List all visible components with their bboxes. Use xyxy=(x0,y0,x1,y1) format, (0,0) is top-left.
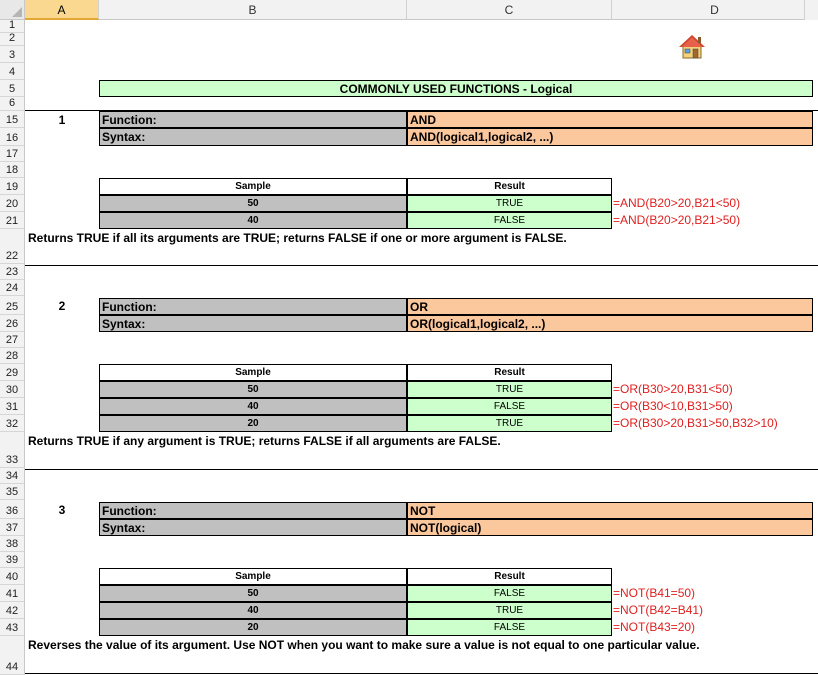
column-header-c[interactable]: C xyxy=(407,0,612,20)
formula-text: =NOT(B43=20) xyxy=(613,620,696,634)
scroll-arrow-icon[interactable] xyxy=(804,0,818,20)
row-header[interactable]: 40 xyxy=(0,568,25,585)
formula-text: =OR(B30>20,B31<50) xyxy=(613,382,733,396)
syntax-value: AND(logical1,logical2, ...) xyxy=(407,128,813,146)
row-header[interactable]: 31 xyxy=(0,398,25,415)
spreadsheet: A B C D 1 2 3 4 5 6 15 16 17 18 19 20 21… xyxy=(0,0,818,675)
section-number: 3 xyxy=(58,503,66,517)
column-header-a[interactable]: A xyxy=(25,0,99,20)
row-header[interactable]: 26 xyxy=(0,315,25,332)
sample-header: Sample xyxy=(99,364,407,381)
column-header-b[interactable]: B xyxy=(99,0,407,20)
row-header[interactable]: 2 xyxy=(0,32,25,46)
formula-text: =NOT(B42=B41) xyxy=(613,603,704,617)
select-all-corner[interactable] xyxy=(0,0,25,20)
row-header[interactable]: 6 xyxy=(0,97,25,111)
row-header[interactable]: 28 xyxy=(0,348,25,364)
row-header[interactable]: 29 xyxy=(0,364,25,381)
section-number: 2 xyxy=(58,299,66,313)
description-text: Returns TRUE if all its arguments are TR… xyxy=(28,231,567,245)
result-cell[interactable]: FALSE xyxy=(407,398,612,415)
row-header[interactable]: 44 xyxy=(0,636,25,675)
sample-cell[interactable]: 40 xyxy=(99,212,407,229)
result-cell[interactable]: FALSE xyxy=(407,619,612,636)
page-title: COMMONLY USED FUNCTIONS - Logical xyxy=(99,80,813,97)
row-header[interactable]: 24 xyxy=(0,280,25,296)
row-header[interactable]: 19 xyxy=(0,178,25,195)
result-header: Result xyxy=(407,568,612,585)
row-header[interactable]: 20 xyxy=(0,195,25,212)
section-number: 1 xyxy=(58,113,66,127)
divider xyxy=(25,469,818,470)
row-header[interactable]: 21 xyxy=(0,212,25,229)
formula-text: =OR(B30<10,B31>50) xyxy=(613,399,733,413)
function-label: Function: xyxy=(99,298,407,315)
row-header[interactable]: 41 xyxy=(0,585,25,602)
result-cell[interactable]: TRUE xyxy=(407,195,612,212)
result-cell[interactable]: TRUE xyxy=(407,381,612,398)
row-header[interactable]: 5 xyxy=(0,80,25,97)
sample-header: Sample xyxy=(99,178,407,195)
row-header[interactable]: 38 xyxy=(0,536,25,552)
row-header[interactable]: 37 xyxy=(0,519,25,536)
result-cell[interactable]: TRUE xyxy=(407,415,612,432)
row-header[interactable]: 15 xyxy=(0,111,25,128)
row-header[interactable]: 35 xyxy=(0,484,25,500)
syntax-label: Syntax: xyxy=(99,128,407,146)
sample-cell[interactable]: 50 xyxy=(99,195,407,212)
row-header[interactable]: 22 xyxy=(0,229,25,264)
sample-cell[interactable]: 40 xyxy=(99,398,407,415)
divider xyxy=(25,673,818,674)
sample-cell[interactable]: 50 xyxy=(99,381,407,398)
row-header[interactable]: 17 xyxy=(0,146,25,162)
sample-header: Sample xyxy=(99,568,407,585)
description-text: Reverses the value of its argument. Use … xyxy=(28,638,700,652)
formula-text: =AND(B20>20,B21>50) xyxy=(613,213,741,227)
row-header[interactable]: 18 xyxy=(0,162,25,178)
formula-text: =NOT(B41=50) xyxy=(613,586,696,600)
sample-cell[interactable]: 20 xyxy=(99,415,407,432)
sample-cell[interactable]: 40 xyxy=(99,602,407,619)
result-cell[interactable]: TRUE xyxy=(407,602,612,619)
syntax-label: Syntax: xyxy=(99,315,407,332)
function-label: Function: xyxy=(99,111,407,128)
description-text: Returns TRUE if any argument is TRUE; re… xyxy=(28,434,501,448)
row-header[interactable]: 42 xyxy=(0,602,25,619)
row-header[interactable]: 33 xyxy=(0,432,25,468)
row-header[interactable]: 32 xyxy=(0,415,25,432)
sample-cell[interactable]: 50 xyxy=(99,585,407,602)
column-header-d[interactable]: D xyxy=(612,0,818,20)
result-header: Result xyxy=(407,364,612,381)
row-header[interactable]: 3 xyxy=(0,46,25,63)
row-header[interactable]: 43 xyxy=(0,619,25,636)
row-header[interactable]: 27 xyxy=(0,332,25,348)
result-header: Result xyxy=(407,178,612,195)
formula-text: =OR(B30>20,B31>50,B32>10) xyxy=(613,416,778,430)
function-value: NOT xyxy=(407,502,813,519)
result-cell[interactable]: FALSE xyxy=(407,212,612,229)
function-label: Function: xyxy=(99,502,407,519)
syntax-value: OR(logical1,logical2, ...) xyxy=(407,315,813,332)
row-header[interactable]: 16 xyxy=(0,128,25,146)
house-icon[interactable] xyxy=(677,33,707,61)
row-header[interactable]: 23 xyxy=(0,264,25,280)
row-header[interactable]: 34 xyxy=(0,468,25,484)
function-value: AND xyxy=(407,111,813,128)
syntax-label: Syntax: xyxy=(99,519,407,536)
row-header[interactable]: 4 xyxy=(0,63,25,80)
formula-text: =AND(B20>20,B21<50) xyxy=(613,196,741,210)
syntax-value: NOT(logical) xyxy=(407,519,813,536)
result-cell[interactable]: FALSE xyxy=(407,585,612,602)
row-header[interactable]: 30 xyxy=(0,381,25,398)
row-header[interactable]: 25 xyxy=(0,296,25,315)
sample-cell[interactable]: 20 xyxy=(99,619,407,636)
row-header[interactable]: 39 xyxy=(0,552,25,568)
function-value: OR xyxy=(407,298,813,315)
divider xyxy=(25,265,818,266)
row-header[interactable]: 36 xyxy=(0,500,25,519)
